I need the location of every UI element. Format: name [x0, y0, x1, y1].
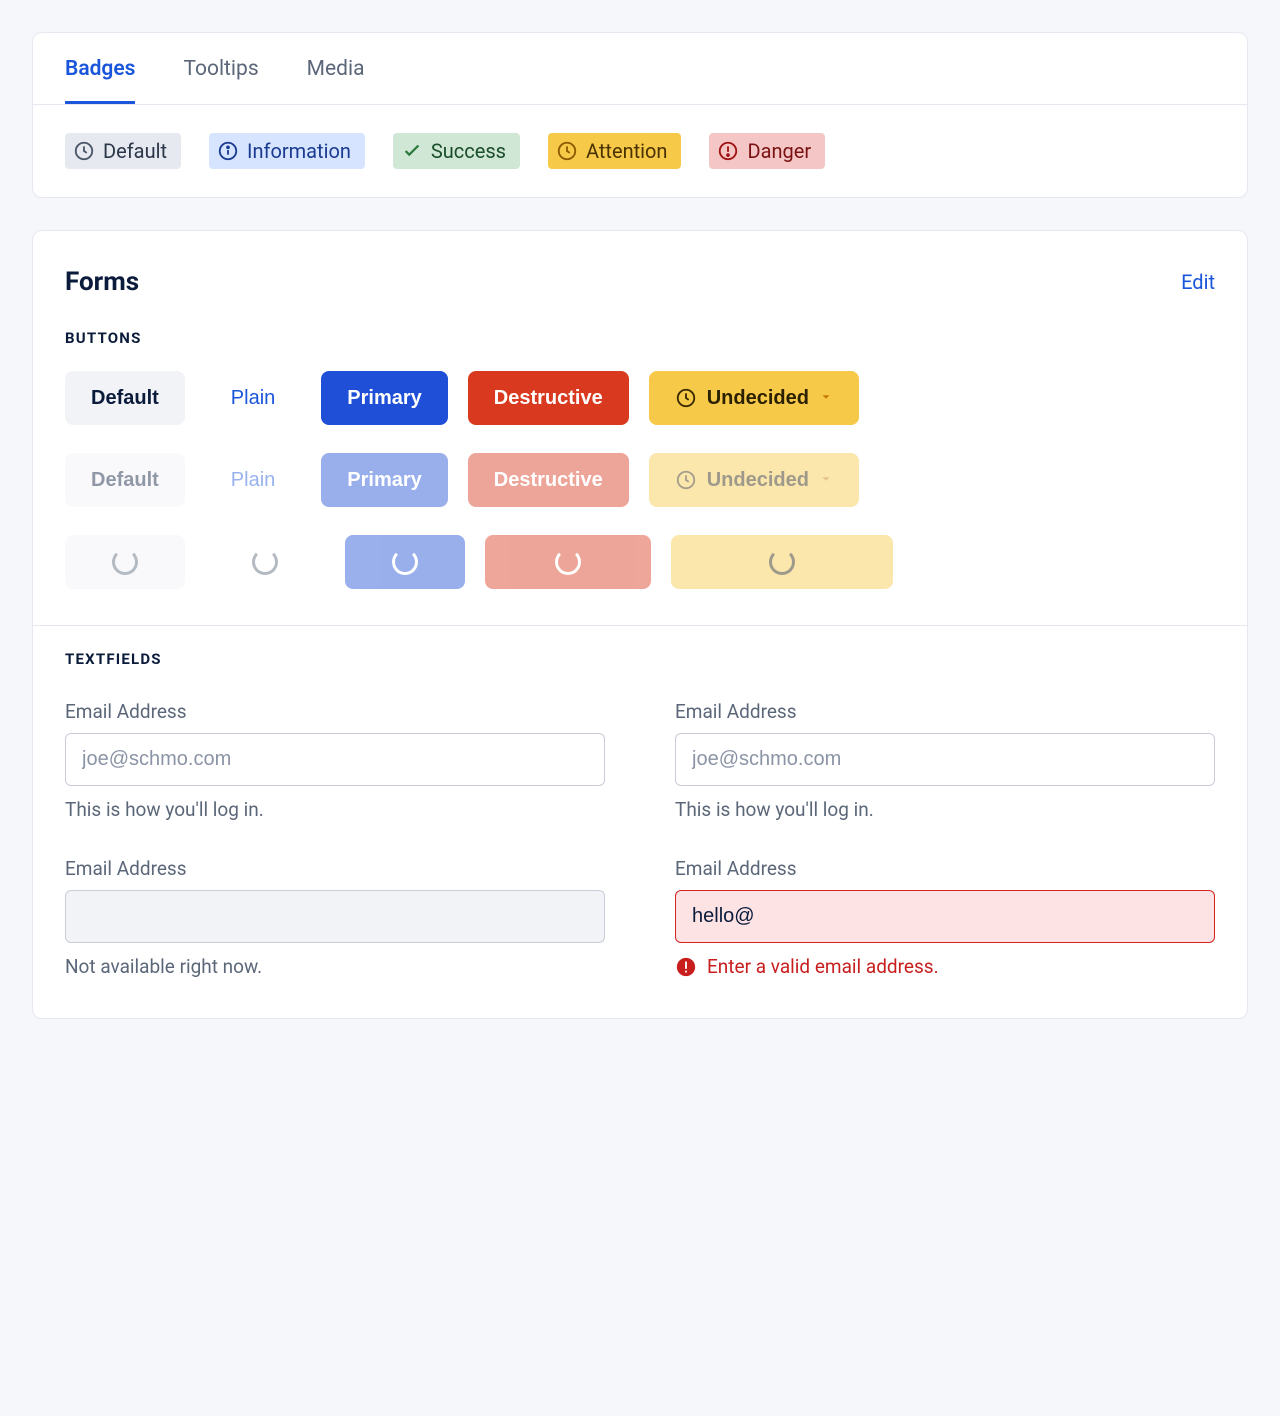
error-icon: [675, 956, 697, 978]
spinner-icon: [392, 549, 418, 575]
email-field-disabled: Email Address Not available right now.: [65, 857, 605, 978]
badge-default: Default: [65, 133, 181, 169]
default-button-disabled: Default: [65, 453, 185, 507]
destructive-button-loading: [485, 535, 651, 589]
primary-button-disabled: Primary: [321, 453, 448, 507]
spinner-icon: [252, 549, 278, 575]
default-button-loading: [65, 535, 185, 589]
field-help: Not available right now.: [65, 955, 605, 978]
email-input-error[interactable]: [675, 890, 1215, 943]
forms-card: Forms Edit Buttons Default Plain Primary…: [32, 230, 1248, 1019]
field-error-text: Enter a valid email address.: [707, 955, 939, 978]
email-field-1: Email Address This is how you'll log in.: [65, 700, 605, 821]
forms-header: Forms Edit: [33, 231, 1247, 305]
badge-label: Danger: [747, 139, 811, 163]
tab-tooltips[interactable]: Tooltips: [183, 57, 258, 104]
forms-title: Forms: [65, 267, 139, 297]
badge-label: Success: [431, 139, 506, 163]
field-label: Email Address: [65, 700, 605, 723]
email-field-error: Email Address Enter a valid email addres…: [675, 857, 1215, 978]
buttons-heading: Buttons: [33, 305, 1247, 359]
clock-icon: [73, 140, 95, 162]
textfields-section: Email Address This is how you'll log in.…: [33, 680, 1247, 1018]
badge-attention: Attention: [548, 133, 681, 169]
spinner-icon: [555, 549, 581, 575]
button-label: Undecided: [707, 469, 809, 492]
badge-success: Success: [393, 133, 520, 169]
badges-card: Badges Tooltips Media Default Informatio…: [32, 32, 1248, 198]
email-input[interactable]: [675, 733, 1215, 786]
primary-button-loading: [345, 535, 465, 589]
clock-icon: [675, 469, 697, 491]
plain-button[interactable]: Plain: [205, 371, 301, 425]
undecided-button-loading: [671, 535, 893, 589]
field-help: This is how you'll log in.: [65, 798, 605, 821]
textfields-heading: Textfields: [33, 626, 1247, 680]
badge-danger: Danger: [709, 133, 825, 169]
undecided-button-disabled: Undecided: [649, 453, 859, 507]
chevron-down-icon: [819, 387, 833, 410]
email-input[interactable]: [65, 733, 605, 786]
check-icon: [401, 140, 423, 162]
plain-button-loading: [205, 535, 325, 589]
edit-link[interactable]: Edit: [1181, 270, 1215, 294]
destructive-button[interactable]: Destructive: [468, 371, 629, 425]
badge-information: Information: [209, 133, 365, 169]
badge-label: Information: [247, 139, 351, 163]
email-input-disabled: [65, 890, 605, 943]
spinner-icon: [769, 549, 795, 575]
field-label: Email Address: [675, 700, 1215, 723]
button-label: Undecided: [707, 387, 809, 410]
badges-row: Default Information Success Attention Da…: [33, 105, 1247, 197]
primary-button[interactable]: Primary: [321, 371, 448, 425]
tab-media[interactable]: Media: [307, 57, 365, 104]
tab-badges[interactable]: Badges: [65, 57, 135, 104]
plain-button-disabled: Plain: [205, 453, 301, 507]
buttons-row-loading: [65, 535, 1215, 589]
field-help: This is how you'll log in.: [675, 798, 1215, 821]
field-label: Email Address: [675, 857, 1215, 880]
default-button[interactable]: Default: [65, 371, 185, 425]
field-label: Email Address: [65, 857, 605, 880]
email-field-2: Email Address This is how you'll log in.: [675, 700, 1215, 821]
destructive-button-disabled: Destructive: [468, 453, 629, 507]
badge-label: Default: [103, 139, 167, 163]
alert-icon: [717, 140, 739, 162]
chevron-down-icon: [819, 469, 833, 492]
spinner-icon: [112, 549, 138, 575]
badge-label: Attention: [586, 139, 667, 163]
buttons-section: Default Plain Primary Destructive Undeci…: [33, 359, 1247, 625]
buttons-row-enabled: Default Plain Primary Destructive Undeci…: [65, 371, 1215, 425]
undecided-button[interactable]: Undecided: [649, 371, 859, 425]
field-error: Enter a valid email address.: [675, 955, 1215, 978]
clock-icon: [556, 140, 578, 162]
clock-icon: [675, 387, 697, 409]
tab-bar: Badges Tooltips Media: [33, 33, 1247, 105]
buttons-row-disabled: Default Plain Primary Destructive Undeci…: [65, 453, 1215, 507]
info-icon: [217, 140, 239, 162]
